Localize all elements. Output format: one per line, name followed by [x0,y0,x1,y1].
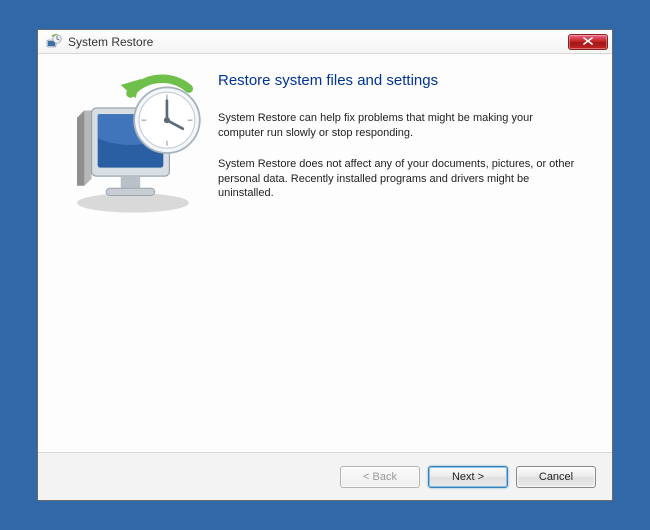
cancel-button[interactable]: Cancel [516,466,596,488]
illustration-pane [56,68,214,452]
window-title: System Restore [68,35,568,49]
wizard-content: Restore system files and settings System… [38,54,612,452]
wizard-heading: Restore system files and settings [218,72,594,89]
wizard-body: Restore system files and settings System… [214,68,594,452]
wizard-paragraph-1: System Restore can help fix problems tha… [218,111,578,141]
system-restore-icon [46,34,62,50]
system-restore-illustration-icon [60,211,218,223]
wizard-footer: < Back Next > Cancel [38,452,612,500]
close-button[interactable] [568,34,608,50]
back-button: < Back [340,466,420,488]
titlebar: System Restore [38,30,612,54]
next-button[interactable]: Next > [428,466,508,488]
close-icon [583,36,593,48]
system-restore-window: System Restore [37,29,613,501]
wizard-paragraph-2: System Restore does not affect any of yo… [218,157,578,202]
